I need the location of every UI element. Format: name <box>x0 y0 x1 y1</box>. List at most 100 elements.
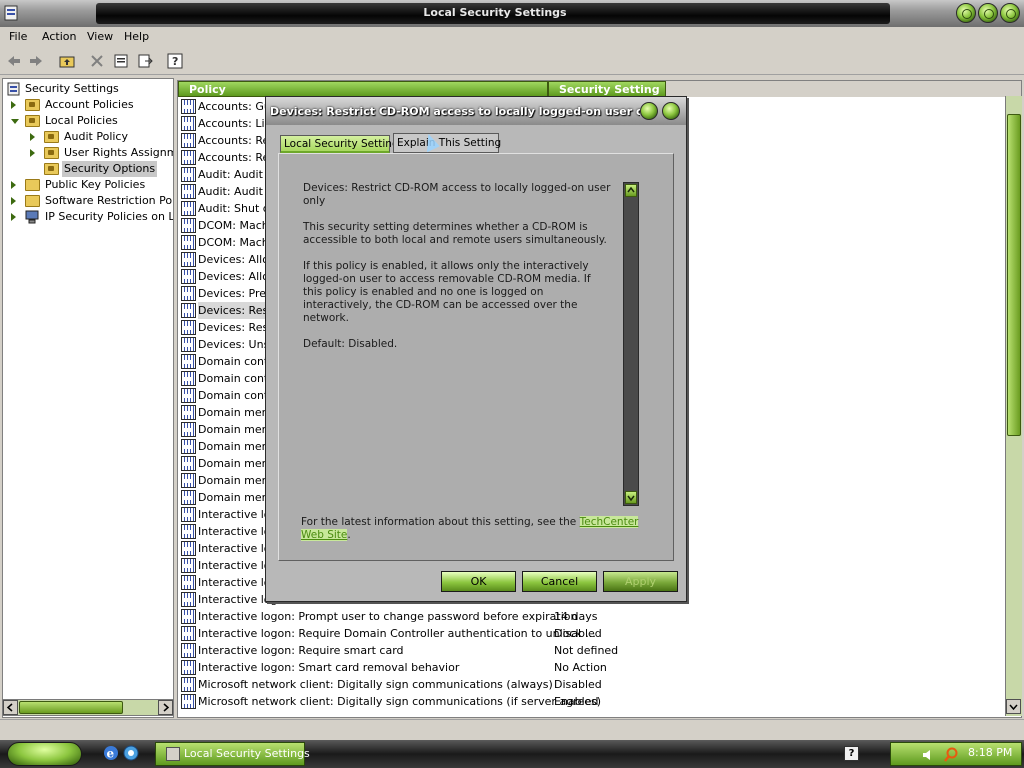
scroll-left-button[interactable] <box>3 700 18 715</box>
column-header-security-setting[interactable]: Security Setting <box>548 81 666 97</box>
volume-icon[interactable] <box>921 748 935 762</box>
tree-item-label: User Rights Assignment <box>64 146 173 159</box>
expand-arrow-icon[interactable] <box>11 213 16 221</box>
help-tray-icon[interactable]: ? <box>844 746 859 761</box>
menu-view[interactable]: View <box>87 30 113 43</box>
properties-icon[interactable] <box>113 53 129 69</box>
dialog-help-button[interactable] <box>640 102 658 120</box>
forward-arrow-icon[interactable] <box>28 53 44 69</box>
policy-icon <box>181 660 196 675</box>
tree-item-label: Security Settings <box>25 82 119 95</box>
policy-name: Interactive logon: Smart card removal be… <box>198 661 460 674</box>
help-icon[interactable]: ? <box>167 53 183 69</box>
policy-icon <box>181 150 196 165</box>
table-row[interactable]: Interactive logon: Require smart card Not… <box>181 642 1001 659</box>
table-row[interactable]: Microsoft network client: Digitally sign… <box>181 693 1001 710</box>
ok-button[interactable]: OK <box>441 571 516 592</box>
tab-explain-this-setting[interactable]: Explain This Setting <box>393 133 501 153</box>
menu-help[interactable]: Help <box>124 30 149 43</box>
start-button[interactable] <box>7 742 82 766</box>
dialog-title: Devices: Restrict CD-ROM access to local… <box>270 105 640 118</box>
table-row[interactable]: Interactive logon: Require Domain Contro… <box>181 625 1001 642</box>
internet-explorer-icon[interactable]: e <box>103 745 119 761</box>
policy-icon <box>181 167 196 182</box>
expand-arrow-icon[interactable] <box>30 133 35 141</box>
policy-icon <box>181 184 196 199</box>
explain-text: Devices: Restrict CD-ROM access to local… <box>303 182 613 364</box>
policy-setting: Disabled <box>554 678 602 691</box>
tree-horizontal-scrollbar[interactable] <box>2 699 174 716</box>
folder-icon <box>25 195 40 207</box>
tree-item-label: Audit Policy <box>64 130 128 143</box>
scroll-thumb[interactable] <box>1007 114 1021 436</box>
tree-item-label: Local Policies <box>45 114 118 127</box>
table-row[interactable]: Microsoft network client: Digitally sign… <box>181 676 1001 693</box>
apply-button[interactable]: Apply <box>603 571 678 592</box>
policy-icon <box>181 609 196 624</box>
table-row[interactable]: Interactive logon: Smart card removal be… <box>181 659 1001 676</box>
collapse-arrow-icon[interactable] <box>11 119 19 124</box>
policy-icon <box>181 507 196 522</box>
policy-name: Microsoft network client: Digitally sign… <box>198 695 602 708</box>
column-header-policy[interactable]: Policy <box>178 81 548 97</box>
explain-paragraph: If this policy is enabled, it allows onl… <box>303 260 591 324</box>
policy-icon <box>181 303 196 318</box>
policy-icon <box>181 320 196 335</box>
expand-arrow-icon[interactable] <box>30 149 35 157</box>
policy-icon <box>181 269 196 284</box>
tree-item-label: IP Security Policies on Local Computer <box>45 210 174 223</box>
svg-text:e: e <box>107 747 115 761</box>
scroll-down-button[interactable] <box>1006 699 1021 714</box>
policy-setting: Enabled <box>554 695 599 708</box>
tree-pane: Security Settings Account Policies Local… <box>2 78 174 718</box>
dialog-close-button[interactable] <box>662 102 680 120</box>
policy-icon <box>181 490 196 505</box>
scroll-thumb[interactable] <box>19 701 123 714</box>
taskbar-local-security-settings[interactable]: Local Security Settings <box>155 742 310 766</box>
policy-icon <box>181 626 196 641</box>
security-settings-icon <box>7 82 20 96</box>
menu-action[interactable]: Action <box>42 30 76 43</box>
policy-icon <box>181 558 196 573</box>
policy-folder-icon <box>25 99 40 111</box>
policy-setting: Disabled <box>554 627 602 640</box>
menu-file[interactable]: File <box>9 30 27 43</box>
menu-bar: File Action View Help <box>0 27 1024 47</box>
explain-vertical-scrollbar[interactable] <box>623 182 639 506</box>
policy-folder-icon <box>25 115 40 127</box>
scroll-up-button[interactable] <box>625 184 637 197</box>
cancel-button[interactable]: Cancel <box>522 571 597 592</box>
scroll-down-button[interactable] <box>625 491 637 504</box>
search-icon[interactable] <box>943 747 959 763</box>
policy-icon <box>181 422 196 437</box>
expand-arrow-icon[interactable] <box>11 181 16 189</box>
title-bar[interactable]: Local Security Settings <box>0 0 1024 27</box>
up-one-level-icon[interactable] <box>59 53 75 69</box>
dialog-title-bar[interactable]: Devices: Restrict CD-ROM access to local… <box>266 97 686 125</box>
minimize-button[interactable] <box>956 3 976 23</box>
browser-icon[interactable] <box>123 745 139 761</box>
list-header: Policy Security Setting <box>178 81 1021 97</box>
policy-name: Interactive logon: Require smart card <box>198 644 404 657</box>
policy-icon <box>181 235 196 250</box>
scroll-right-button[interactable] <box>158 700 173 715</box>
policy-icon <box>181 524 196 539</box>
tree-item-label: Security Options <box>62 161 158 177</box>
svg-text:?: ? <box>172 55 178 68</box>
back-arrow-icon[interactable] <box>6 53 22 69</box>
policy-icon <box>181 99 196 114</box>
tab-local-security-setting[interactable]: Local Security Setting <box>280 135 399 153</box>
policy-setting: 14 days <box>554 610 598 623</box>
policy-icon <box>181 643 196 658</box>
maximize-button[interactable] <box>978 3 998 23</box>
policy-icon <box>181 116 196 131</box>
export-list-icon[interactable] <box>137 53 153 69</box>
tree-item-label: Software Restriction Policies <box>45 194 173 207</box>
policy-icon <box>181 371 196 386</box>
delete-icon[interactable] <box>89 53 105 69</box>
list-vertical-scrollbar[interactable] <box>1005 96 1022 716</box>
close-button[interactable] <box>1000 3 1020 23</box>
expand-arrow-icon[interactable] <box>11 101 16 109</box>
table-row[interactable]: Interactive logon: Prompt user to change… <box>181 608 1001 625</box>
expand-arrow-icon[interactable] <box>11 197 16 205</box>
